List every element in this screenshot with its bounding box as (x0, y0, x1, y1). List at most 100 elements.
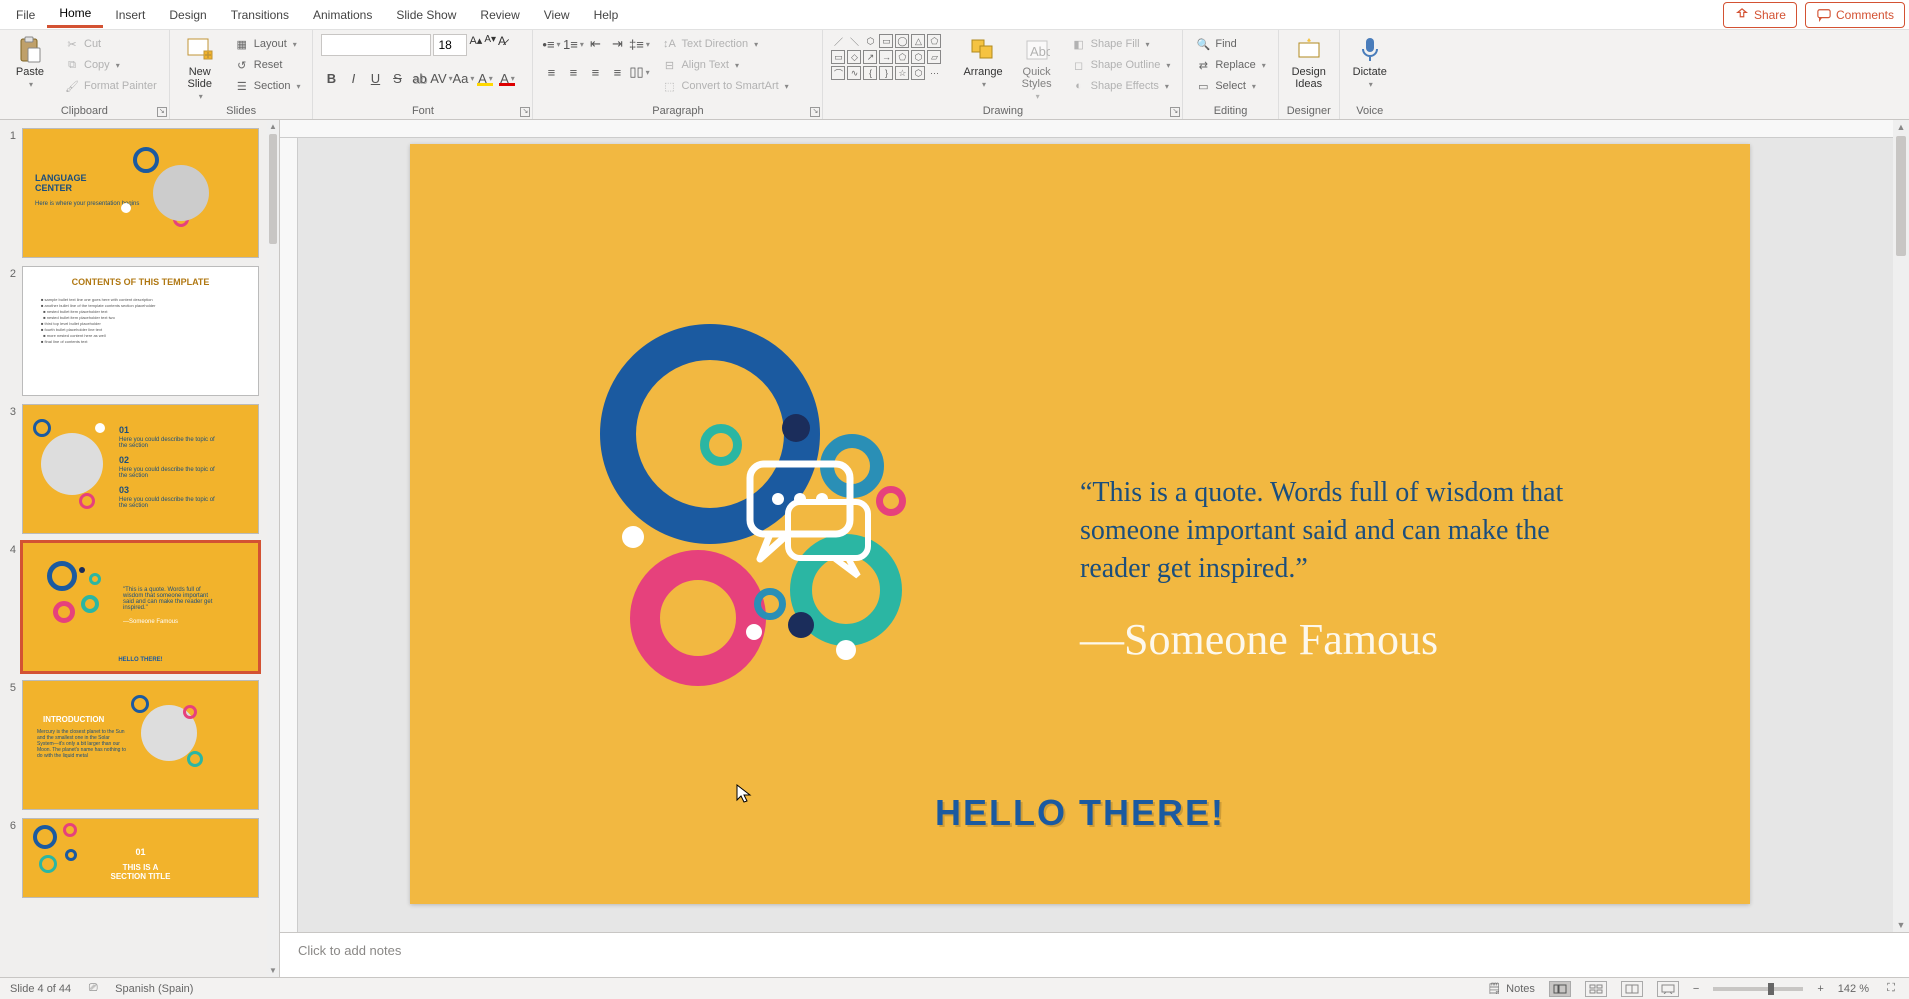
new-slide-button[interactable]: New Slide ▾ (178, 34, 222, 103)
bullets-button[interactable]: •≡▾ (541, 34, 561, 54)
zoom-slider-knob[interactable] (1768, 983, 1774, 995)
clear-formatting-button[interactable]: A̷ (498, 34, 506, 56)
tab-slide-show[interactable]: Slide Show (384, 3, 468, 27)
slide-canvas[interactable]: “This is a quote. Words full of wisdom t… (410, 144, 1750, 904)
design-ideas-icon (1295, 36, 1323, 64)
replace-button[interactable]: ⇄Replace▾ (1191, 55, 1269, 75)
layout-button[interactable]: ▦Layout▾ (230, 34, 305, 54)
dialog-launcher-icon[interactable]: ↘ (157, 107, 167, 117)
accessibility-icon[interactable]: ⎚ (85, 981, 101, 997)
tab-animations[interactable]: Animations (301, 3, 384, 27)
tab-file[interactable]: File (4, 3, 47, 27)
cut-button[interactable]: ✂Cut (60, 34, 161, 54)
reading-view-button[interactable] (1621, 981, 1643, 997)
mouse-cursor-icon (736, 784, 752, 804)
align-center-button[interactable]: ≡ (563, 62, 583, 82)
text-direction-button[interactable]: ↕AText Direction▾ (657, 34, 792, 54)
tab-help[interactable]: Help (582, 3, 631, 27)
thumbnail-3[interactable]: 3 01 Here you could describe the topic o… (4, 404, 259, 534)
thumbnail-scrollbar[interactable]: ▲ ▼ (267, 120, 279, 977)
decrease-indent-button[interactable]: ⇤ (585, 34, 605, 54)
tab-transitions[interactable]: Transitions (219, 3, 301, 27)
comments-button[interactable]: Comments (1805, 2, 1905, 28)
thumbnail-4[interactable]: 4 "This is a quote. Words full of wisdom… (4, 542, 259, 672)
design-ideas-button[interactable]: Design Ideas (1287, 34, 1331, 92)
thumbnail-2[interactable]: 2 CONTENTS OF THIS TEMPLATE ■ sample bul… (4, 266, 259, 396)
decrease-font-button[interactable]: A▾ (484, 34, 496, 56)
font-highlight-button[interactable]: A▾ (475, 68, 495, 88)
align-justify-button[interactable]: ≡ (607, 62, 627, 82)
zoom-level[interactable]: 142 % (1838, 983, 1869, 995)
zoom-slider[interactable] (1713, 987, 1803, 991)
bold-button[interactable]: B (321, 68, 341, 88)
shape-fill-button[interactable]: ◧Shape Fill▾ (1067, 34, 1175, 54)
scroll-up-icon[interactable]: ▲ (267, 122, 279, 131)
thumbnail-5[interactable]: 5 INTRODUCTION Mercury is the closest pl… (4, 680, 259, 810)
scroll-down-icon[interactable]: ▼ (1893, 920, 1909, 930)
align-right-button[interactable]: ≡ (585, 62, 605, 82)
scrollbar-handle[interactable] (269, 134, 277, 244)
find-button[interactable]: 🔍Find (1191, 34, 1269, 54)
thumbnail-6[interactable]: 6 01 THIS IS A SECTION TITLE (4, 818, 259, 898)
copy-button[interactable]: ⧉Copy▾ (60, 55, 161, 75)
numbering-button[interactable]: 1≡▾ (563, 34, 583, 54)
group-slides: New Slide ▾ ▦Layout▾ ↺Reset ☰Section▾ Sl… (170, 30, 314, 119)
quote-text[interactable]: “This is a quote. Words full of wisdom t… (1080, 474, 1600, 588)
notes-pane[interactable]: Click to add notes (280, 932, 1909, 977)
tab-review[interactable]: Review (468, 3, 531, 27)
dialog-launcher-icon[interactable]: ↘ (1170, 107, 1180, 117)
character-spacing-button[interactable]: AV▾ (431, 68, 451, 88)
line-spacing-button[interactable]: ‡≡▾ (629, 34, 649, 54)
zoom-out-button[interactable]: − (1693, 983, 1699, 995)
quote-attribution[interactable]: —Someone Famous (1080, 614, 1438, 665)
font-size-input[interactable] (433, 34, 467, 56)
italic-button[interactable]: I (343, 68, 363, 88)
increase-indent-button[interactable]: ⇥ (607, 34, 627, 54)
shape-effects-button[interactable]: ◐Shape Effects▾ (1067, 76, 1175, 96)
hello-text[interactable]: HELLO THERE! (410, 792, 1750, 834)
dialog-launcher-icon[interactable]: ↘ (520, 107, 530, 117)
notes-toggle[interactable]: 🗒Notes (1486, 981, 1535, 997)
share-button[interactable]: Share (1723, 2, 1797, 28)
shape-outline-button[interactable]: ◻Shape Outline▾ (1067, 55, 1175, 75)
scrollbar-handle[interactable] (1896, 136, 1906, 256)
slide-sorter-view-button[interactable] (1585, 981, 1607, 997)
select-button[interactable]: ▭Select▾ (1191, 76, 1269, 96)
tab-insert[interactable]: Insert (103, 3, 157, 27)
arrange-button[interactable]: Arrange▾ (959, 34, 1006, 91)
increase-font-button[interactable]: A▴ (469, 34, 482, 56)
thumbnail-1[interactable]: 1 LANGUAGE CENTER Here is where your pre… (4, 128, 259, 258)
shapes-gallery[interactable]: ／＼⬡▭◯△⬠ ▭◇↗→⬠⬡▱ ⌒∿{}☆⬡⋯ (831, 34, 951, 80)
align-text-button[interactable]: ⊟Align Text▾ (657, 55, 792, 75)
microphone-icon (1356, 36, 1384, 64)
columns-button[interactable]: ▯▯▾ (629, 62, 649, 82)
tab-home[interactable]: Home (47, 1, 103, 28)
paste-button[interactable]: Paste ▾ (8, 34, 52, 91)
quick-styles-button[interactable]: Abc Quick Styles▾ (1015, 34, 1059, 103)
convert-smartart-button[interactable]: ⬚Convert to SmartArt▾ (657, 76, 792, 96)
vertical-ruler (280, 138, 298, 932)
fit-to-window-button[interactable]: ⛶ (1883, 981, 1899, 997)
font-name-input[interactable] (321, 34, 431, 56)
tab-view[interactable]: View (532, 3, 582, 27)
dialog-launcher-icon[interactable]: ↘ (810, 107, 820, 117)
slideshow-view-button[interactable] (1657, 981, 1679, 997)
align-left-button[interactable]: ≡ (541, 62, 561, 82)
text-shadow-button[interactable]: ab (409, 68, 429, 88)
font-color-button[interactable]: A▾ (497, 68, 517, 88)
normal-view-button[interactable] (1549, 981, 1571, 997)
format-painter-button[interactable]: 🖌Format Painter (60, 76, 161, 96)
strikethrough-button[interactable]: S (387, 68, 407, 88)
editor-scrollbar[interactable]: ▲ ▼ (1893, 120, 1909, 932)
language-indicator[interactable]: Spanish (Spain) (115, 983, 193, 995)
reset-button[interactable]: ↺Reset (230, 55, 305, 75)
zoom-in-button[interactable]: + (1817, 983, 1823, 995)
cut-icon: ✂ (64, 36, 80, 52)
scroll-up-icon[interactable]: ▲ (1893, 122, 1909, 132)
underline-button[interactable]: U (365, 68, 385, 88)
tab-design[interactable]: Design (157, 3, 218, 27)
scroll-down-icon[interactable]: ▼ (267, 966, 279, 975)
section-button[interactable]: ☰Section▾ (230, 76, 305, 96)
dictate-button[interactable]: Dictate▾ (1348, 34, 1392, 91)
change-case-button[interactable]: Aa▾ (453, 68, 473, 88)
